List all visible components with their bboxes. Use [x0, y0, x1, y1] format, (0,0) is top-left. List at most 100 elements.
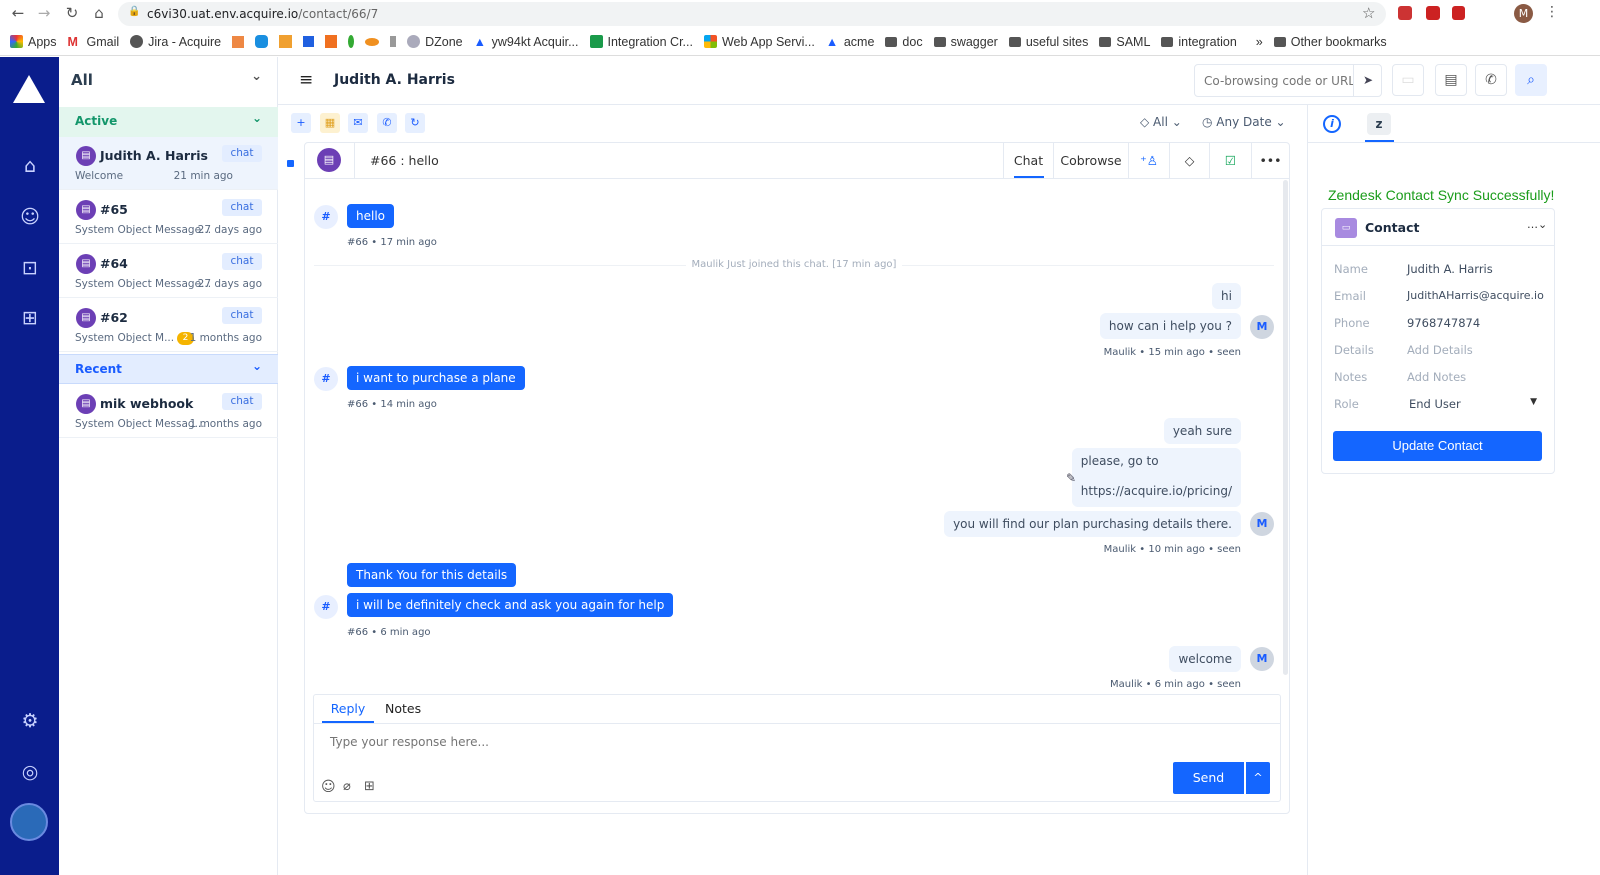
list-item[interactable]: ▤ Judith A. Harris chat Welcome 21 min ago: [59, 137, 278, 190]
bookmark-apps[interactable]: Apps: [10, 35, 57, 49]
section-recent[interactable]: Recent ⌄: [59, 354, 278, 384]
send-options-chevron-icon[interactable]: ^: [1246, 762, 1270, 794]
bookmark-star-icon[interactable]: ☆: [1362, 4, 1375, 22]
bookmark-folder-saml[interactable]: SAML: [1099, 35, 1150, 49]
bookmarks-overflow[interactable]: »: [1256, 35, 1263, 49]
contact-email[interactable]: JudithAHarris@acquire.io: [1407, 289, 1544, 302]
user-avatar[interactable]: [10, 803, 48, 841]
info-icon[interactable]: i: [1323, 115, 1341, 133]
list-item[interactable]: ▤ #62 chat System Object M... 2 1 months ago: [59, 299, 278, 352]
date-filter-dropdown[interactable]: ◷ Any Date ⌄: [1202, 115, 1286, 129]
bookmark-icon[interactable]: [390, 36, 397, 47]
tab-notes[interactable]: Notes: [385, 701, 421, 716]
bookmark-folder-swagger[interactable]: swagger: [933, 35, 998, 49]
list-item[interactable]: ▤ #65 chat System Object Message... 27 days …: [59, 191, 278, 244]
apps-icon[interactable]: ⊞: [17, 305, 43, 331]
bookmark-web-app[interactable]: Web App Servi...: [703, 35, 815, 49]
forward-icon[interactable]: →: [34, 4, 54, 22]
extension-icon[interactable]: [1452, 6, 1465, 20]
resolve-chat-icon[interactable]: ☑: [1209, 143, 1251, 178]
role-select[interactable]: End User ▼: [1405, 393, 1541, 413]
send-button[interactable]: Send: [1173, 762, 1244, 794]
bitbucket-icon[interactable]: [303, 36, 315, 47]
contact-phone[interactable]: 9768747874: [1407, 316, 1480, 330]
bookmark-folder-other[interactable]: Other bookmarks: [1273, 34, 1387, 49]
bookmark-folder-doc[interactable]: doc: [885, 35, 923, 49]
list-item[interactable]: ▤ #64 chat System Object Message... 27 days …: [59, 245, 278, 298]
settings-icon[interactable]: ⚙: [17, 708, 43, 734]
refresh-button[interactable]: ↻: [405, 113, 425, 133]
tab-reply[interactable]: Reply: [322, 701, 374, 723]
message-link[interactable]: https://acquire.io/pricing/: [1081, 484, 1232, 498]
bookmark-folder-integration[interactable]: integration: [1161, 35, 1237, 49]
emoji-icon[interactable]: ☺: [321, 779, 336, 795]
add-widget-icon[interactable]: ⊞: [364, 779, 375, 794]
folder-icon: [1273, 36, 1286, 47]
visitor-avatar: #: [314, 367, 338, 391]
bookmark-label: Integration Cr...: [607, 34, 693, 49]
chat-scrollbar[interactable]: [1283, 180, 1288, 675]
bookmark-label: Other bookmarks: [1290, 34, 1387, 49]
bookmark-folder-useful-sites[interactable]: useful sites: [1008, 35, 1088, 49]
reply-input[interactable]: [322, 730, 1162, 766]
contact-menu-icon[interactable]: …⌄: [1527, 218, 1547, 231]
contact-name[interactable]: Judith A. Harris: [1407, 262, 1493, 276]
tab-cobrowse[interactable]: Cobrowse: [1053, 143, 1128, 178]
bookmark-gmail[interactable]: M Gmail: [68, 35, 120, 50]
pma-icon[interactable]: [279, 35, 293, 48]
list-filter-dropdown[interactable]: All ⌄: [59, 57, 278, 105]
tab-chat[interactable]: Chat: [1003, 143, 1053, 178]
tag-icon[interactable]: ◇: [1169, 143, 1209, 178]
screen-share-button[interactable]: ▭: [1392, 64, 1424, 96]
bookmark-acme[interactable]: ▲ acme: [826, 35, 875, 50]
assign-agent-icon[interactable]: ⁺♙: [1128, 143, 1169, 178]
send-arrow-icon[interactable]: ➤: [1353, 65, 1382, 96]
call-button[interactable]: ✆: [1475, 64, 1507, 96]
date-filter-label: Any Date: [1216, 115, 1272, 129]
agent-avatar: M: [1250, 647, 1274, 671]
analytics-icon[interactable]: ⊡: [17, 255, 43, 281]
search-button[interactable]: ⌕: [1515, 64, 1547, 96]
home-icon[interactable]: ⌂: [17, 153, 43, 179]
extension-icon[interactable]: [1398, 6, 1412, 20]
bot-icon[interactable]: ☺: [17, 204, 43, 230]
home-icon[interactable]: ⌂: [89, 4, 109, 22]
skype-icon[interactable]: [255, 35, 269, 48]
profile-avatar[interactable]: M: [1514, 4, 1533, 23]
update-contact-button[interactable]: Update Contact: [1333, 431, 1542, 461]
zendesk-icon[interactable]: z: [1367, 113, 1391, 135]
list-item[interactable]: ▤ mik webhook chat System Object Messag... 1…: [59, 385, 278, 438]
contact-notes[interactable]: Add Notes: [1407, 370, 1466, 384]
cobrowse-input[interactable]: [1195, 65, 1353, 96]
postman-icon[interactable]: [365, 37, 380, 46]
mongodb-icon[interactable]: [348, 35, 355, 48]
tag-filter-dropdown[interactable]: ◇ All ⌄: [1140, 115, 1182, 129]
monday-icon[interactable]: [232, 35, 245, 48]
edit-pencil-icon[interactable]: ✎: [1066, 471, 1076, 485]
notes-button[interactable]: ▤: [1435, 64, 1467, 96]
calendar-button[interactable]: ▦: [320, 113, 340, 133]
email-button[interactable]: ✉: [348, 113, 368, 133]
aws-icon[interactable]: [325, 35, 338, 48]
bookmark-integration-cr[interactable]: Integration Cr...: [589, 34, 693, 49]
acquire-logo[interactable]: [13, 75, 45, 103]
reload-icon[interactable]: ↻: [62, 4, 82, 22]
back-icon[interactable]: ←: [8, 4, 28, 22]
browser-menu-icon[interactable]: ⋮: [1545, 4, 1559, 20]
bookmark-jira[interactable]: Jira - Acquire: [130, 35, 221, 49]
menu-icon[interactable]: ≡: [299, 70, 313, 90]
section-active[interactable]: Active ⌄: [59, 107, 278, 137]
url-text[interactable]: c6vi30.uat.env.acquire.io/contact/66/7: [147, 7, 378, 21]
channel-chip: chat: [222, 253, 262, 270]
bookmark-dzone[interactable]: DZone: [407, 35, 463, 49]
contact-details[interactable]: Add Details: [1407, 343, 1473, 357]
attachment-icon[interactable]: ⌀: [343, 779, 351, 794]
add-button[interactable]: +: [291, 113, 311, 133]
help-icon[interactable]: ◎: [17, 759, 43, 785]
item-name: Judith A. Harris: [100, 148, 208, 163]
phone-button[interactable]: ✆: [377, 113, 397, 133]
extension-icon[interactable]: [1426, 6, 1440, 20]
more-options-icon[interactable]: •••: [1251, 143, 1289, 178]
item-preview: System Object Message...: [75, 278, 212, 290]
bookmark-acquire[interactable]: ▲ yw94kt Acquir...: [474, 35, 579, 50]
